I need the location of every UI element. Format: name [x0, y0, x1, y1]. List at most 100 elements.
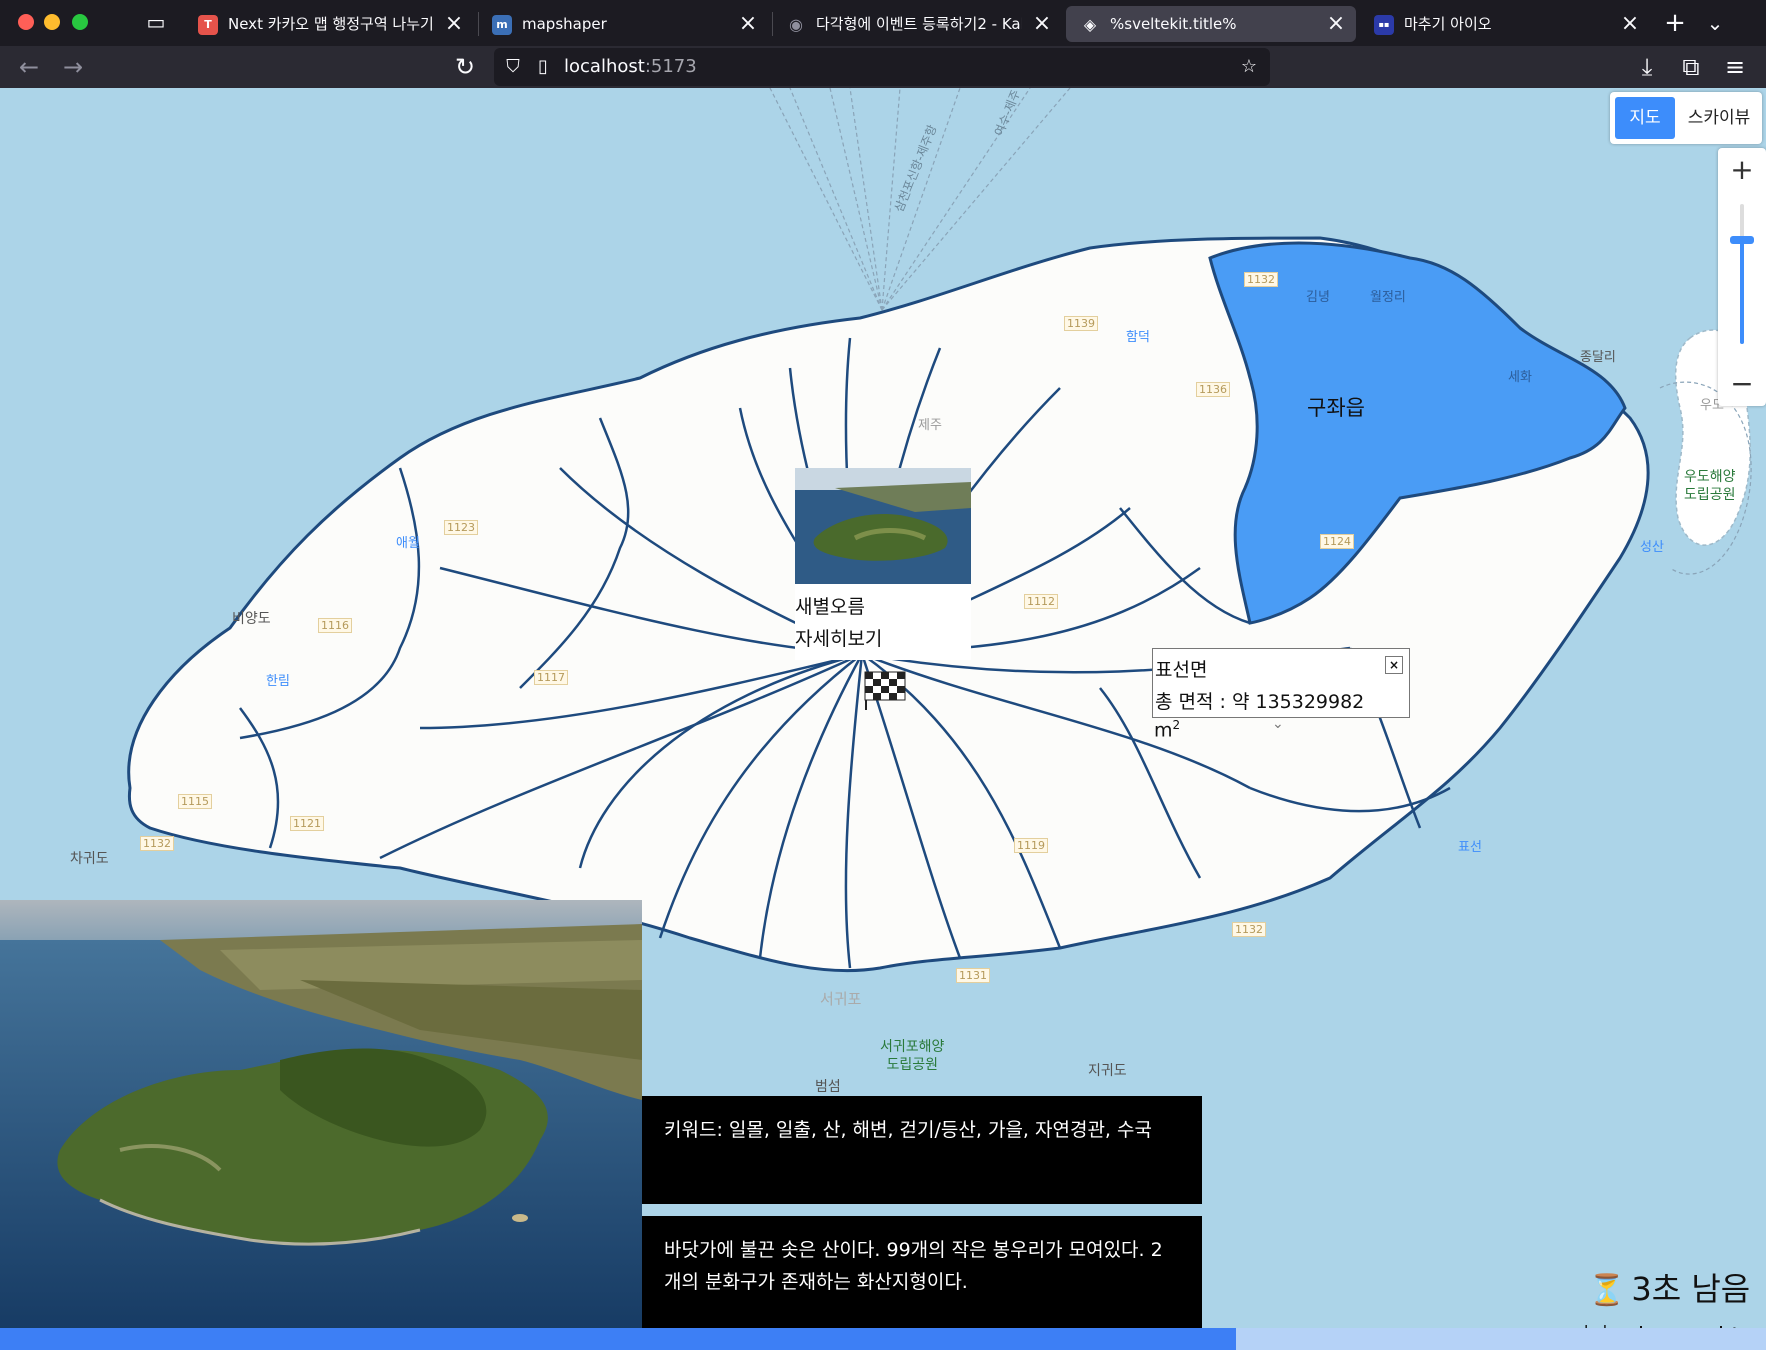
kakao-map[interactable]: 비양도 차귀도 우도해양 도립공원 서귀포해양 도립공원 범섬 지귀도 함덕 김…: [0, 88, 1766, 1350]
url-host: localhost: [564, 56, 645, 77]
shield-icon[interactable]: ⛉: [502, 56, 524, 78]
location-pin-icon: ◉: [789, 15, 803, 34]
oreum-thumbnail-image: [795, 468, 971, 584]
reload-icon[interactable]: ↻: [450, 52, 480, 82]
description-text: 바닷가에 불끈 솟은 산이다. 99개의 작은 봉우리가 모여있다. 2개의 분…: [664, 1239, 1163, 1293]
zoom-in-plus-icon[interactable]: +: [1718, 148, 1766, 192]
place-label-pyoseon: 표선: [1458, 840, 1482, 855]
popup-pointer-icon: ⌄: [1272, 716, 1284, 732]
place-label-jongdal: 종달리: [1580, 350, 1616, 365]
page-icon: ▯: [538, 56, 548, 77]
hourglass-icon: ⏳: [1588, 1273, 1626, 1308]
close-window-button[interactable]: [18, 14, 34, 30]
checkered-flag-icon[interactable]: [863, 670, 907, 710]
tab-label: 마추기 아이오: [1404, 15, 1492, 33]
tab-close-icon[interactable]: ×: [444, 6, 464, 42]
place-label-sehwa: 세화: [1508, 370, 1532, 385]
road-label: 1116: [318, 618, 352, 633]
place-label-jigwido: 지귀도: [1088, 1063, 1127, 1079]
place-label-seogwipo-park: 서귀포해양 도립공원: [880, 1039, 945, 1073]
zoom-out-minus-icon[interactable]: −: [1718, 362, 1766, 406]
area-popup-value: 총 면적 : 약 135329982: [1155, 691, 1365, 713]
keywords-text: 키워드: 일몰, 일출, 산, 해변, 걷기/등산, 가을, 자연경관, 수국: [664, 1119, 1152, 1141]
zoom-slider-handle[interactable]: [1730, 236, 1754, 244]
tab-label: 다각형에 이벤트 등록하기2 - Kakao: [816, 15, 1022, 33]
description-box: 바닷가에 불끈 솟은 산이다. 99개의 작은 봉우리가 모여있다. 2개의 분…: [642, 1216, 1202, 1338]
browser-tab-bar: ▭ T Next 카카오 맵 행정구역 나누기 × m mapshaper × …: [0, 0, 1766, 46]
browser-tab-4[interactable]: ▪▪ 마추기 아이오 ×: [1360, 6, 1650, 42]
road-label: 1132: [1244, 272, 1278, 287]
map-type-control: 지도 스카이뷰: [1610, 92, 1762, 144]
time-progress-fill: [0, 1328, 1237, 1350]
hamburger-menu-icon[interactable]: ≡: [1720, 52, 1750, 82]
road-label: 1131: [956, 968, 990, 983]
browser-tab-3-active[interactable]: ◈ %sveltekit.title% ×: [1066, 6, 1356, 42]
place-label-seogwipo: 서귀포: [820, 990, 862, 1008]
place-label-hamdeok: 함덕: [1126, 330, 1150, 345]
tab-favicon-icon: T: [198, 15, 218, 35]
place-label-woljeong: 월정리: [1370, 290, 1406, 305]
place-label-gimnyeong: 김녕: [1306, 290, 1330, 305]
road-label: 1121: [290, 816, 324, 831]
map-type-skyview-button[interactable]: 스카이뷰: [1680, 97, 1758, 139]
road-label: 1124: [1320, 534, 1354, 549]
back-arrow-icon[interactable]: ←: [14, 52, 44, 82]
time-progress-bar: [0, 1328, 1766, 1350]
place-label-chagwido: 차귀도: [70, 851, 109, 867]
tab-close-icon[interactable]: ×: [1620, 6, 1640, 42]
tab-label: mapshaper: [522, 15, 607, 33]
area-popup-title: 표선면: [1155, 659, 1208, 681]
road-label: 1132: [1232, 922, 1266, 937]
countdown-timer: ⏳ 3초 남음: [1588, 1264, 1750, 1310]
tab-list-icon[interactable]: ▭: [142, 10, 170, 36]
road-label: 1112: [1024, 594, 1058, 609]
maximize-window-button[interactable]: [72, 14, 88, 30]
area-info-popup: 표선면 × 총 면적 : 약 135329982: [1152, 648, 1410, 718]
road-label: 1136: [1196, 382, 1230, 397]
browser-tab-1[interactable]: m mapshaper ×: [478, 6, 768, 42]
browser-tab-2[interactable]: ◉ 다각형에 이벤트 등록하기2 - Kakao ×: [772, 6, 1062, 42]
extensions-icon[interactable]: ⧉: [1676, 52, 1706, 82]
place-label-beomseom: 범섬: [815, 1079, 841, 1095]
road-label: 1119: [1014, 838, 1048, 853]
zoom-slider-fill: [1740, 240, 1744, 344]
url-port: :5173: [644, 56, 697, 77]
area-unit: m2: [1154, 718, 1180, 741]
chevron-down-icon[interactable]: ⌄: [1700, 8, 1730, 38]
area-unit-exponent: 2: [1172, 718, 1181, 732]
place-label-jeju: 제주: [918, 418, 942, 433]
keywords-box: 키워드: 일몰, 일출, 산, 해변, 걷기/등산, 가을, 자연경관, 수국: [642, 1096, 1202, 1204]
close-icon[interactable]: ×: [1385, 656, 1403, 674]
place-label-biyangdo: 비양도: [232, 611, 271, 627]
browser-tab-0[interactable]: T Next 카카오 맵 행정구역 나누기 ×: [184, 6, 474, 42]
new-tab-plus-icon[interactable]: +: [1660, 8, 1690, 38]
place-name: 새별오름: [795, 596, 865, 618]
map-type-map-button[interactable]: 지도: [1615, 97, 1675, 139]
place-label-udo-park: 우도해양 도립공원: [1684, 469, 1736, 503]
tab-favicon-icon: ▪▪: [1374, 15, 1394, 35]
tab-label: %sveltekit.title%: [1110, 15, 1237, 33]
area-unit-base: m: [1154, 719, 1173, 742]
road-label: 1117: [534, 670, 568, 685]
svelte-favicon-icon: ◈: [1083, 15, 1097, 34]
tab-close-icon[interactable]: ×: [1326, 6, 1346, 42]
tab-favicon-icon: m: [492, 15, 512, 35]
tab-close-icon[interactable]: ×: [1032, 6, 1052, 42]
star-bookmark-icon[interactable]: ☆: [1238, 56, 1260, 78]
place-info-card[interactable]: 새별오름 자세히보기: [795, 468, 971, 660]
timer-text: 3초 남음: [1631, 1270, 1751, 1308]
url-bar[interactable]: ⛉ ▯ localhost:5173 ☆: [494, 48, 1270, 86]
zoom-control: + −: [1718, 148, 1766, 406]
url-text[interactable]: localhost:5173: [564, 56, 697, 78]
place-details-link[interactable]: 자세히보기: [795, 624, 882, 651]
place-label-seongsan: 성산: [1640, 540, 1664, 555]
road-label: 1132: [140, 836, 174, 851]
minimize-window-button[interactable]: [44, 14, 60, 30]
road-label: 1123: [444, 520, 478, 535]
road-label: 1115: [178, 794, 212, 809]
browser-nav-bar: ← → ↻ ⛉ ▯ localhost:5173 ☆ ⤓ ⧉ ≡: [0, 46, 1766, 88]
download-icon[interactable]: ⤓: [1632, 52, 1662, 82]
forward-arrow-icon[interactable]: →: [58, 52, 88, 82]
tab-label: Next 카카오 맵 행정구역 나누기: [228, 15, 434, 33]
tab-close-icon[interactable]: ×: [738, 6, 758, 42]
